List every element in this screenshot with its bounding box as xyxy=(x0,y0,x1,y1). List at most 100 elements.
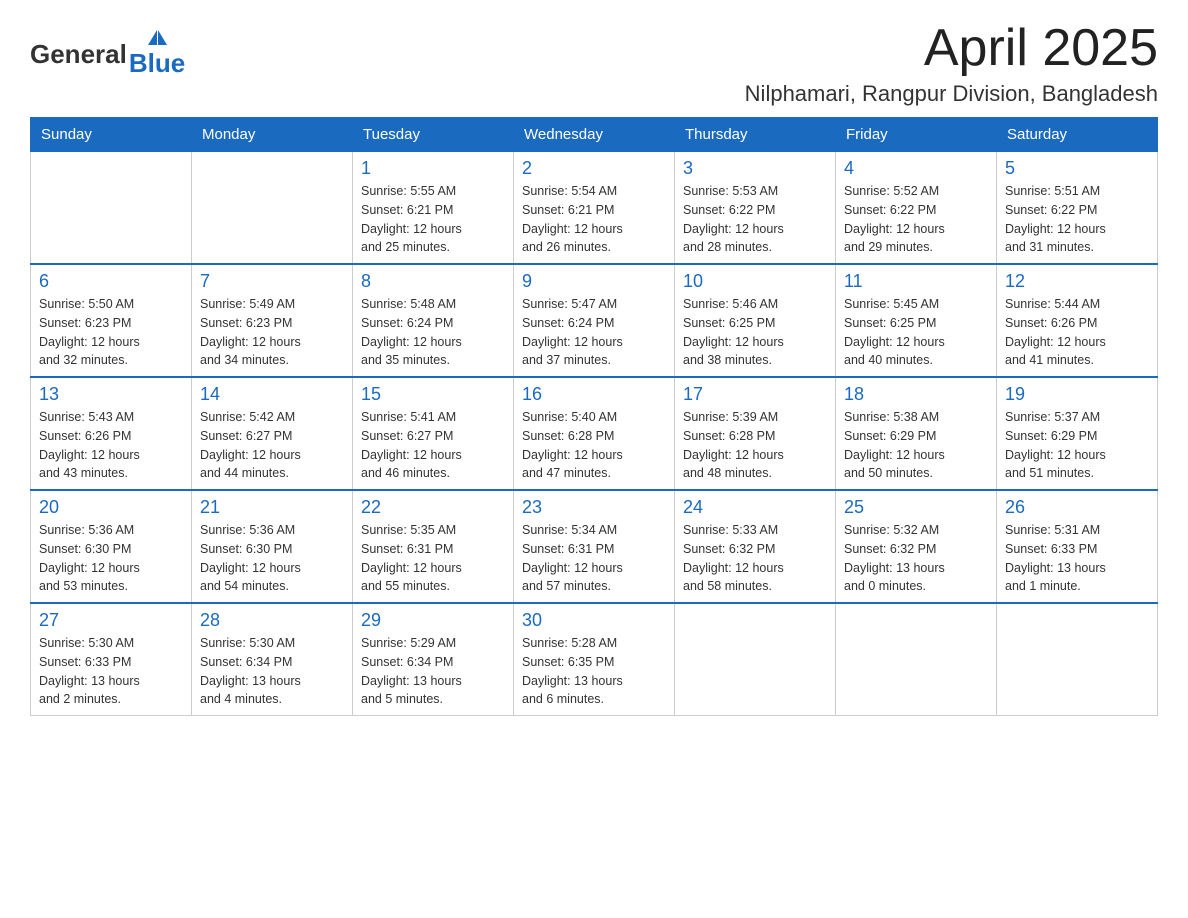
calendar-cell: 2 Sunrise: 5:54 AM Sunset: 6:21 PM Daylig… xyxy=(514,152,675,265)
day-number: 13 xyxy=(39,384,183,405)
logo-general-text: General xyxy=(30,39,127,70)
day-info: Sunrise: 5:30 AM Sunset: 6:33 PM Dayligh… xyxy=(39,634,183,709)
calendar-cell: 20 Sunrise: 5:36 AM Sunset: 6:30 PM Dayli… xyxy=(31,490,192,603)
page-header: General Blue April 2025 Nilphamari, Rang… xyxy=(30,20,1158,107)
day-info: Sunrise: 5:47 AM Sunset: 6:24 PM Dayligh… xyxy=(522,295,666,370)
calendar-cell: 3Sunrise: 5:53 AM Sunset: 6:22 PM Daylig… xyxy=(675,152,836,265)
day-number: 28 xyxy=(200,610,344,631)
day-info: Sunrise: 5:40 AM Sunset: 6:28 PM Dayligh… xyxy=(522,408,666,483)
calendar-cell: 6 Sunrise: 5:50 AM Sunset: 6:23 PM Daylig… xyxy=(31,264,192,377)
weekday-header-friday: Friday xyxy=(836,118,997,152)
calendar-cell xyxy=(675,603,836,716)
logo-blue-part: Blue xyxy=(129,30,185,79)
day-number: 22 xyxy=(361,497,505,518)
calendar-cell: 10 Sunrise: 5:46 AM Sunset: 6:25 PM Dayli… xyxy=(675,264,836,377)
day-number: 17 xyxy=(683,384,827,405)
day-info: Sunrise: 5:46 AM Sunset: 6:25 PM Dayligh… xyxy=(683,295,827,370)
calendar-cell: 15 Sunrise: 5:41 AM Sunset: 6:27 PM Dayli… xyxy=(353,377,514,490)
calendar-cell: 9 Sunrise: 5:47 AM Sunset: 6:24 PM Daylig… xyxy=(514,264,675,377)
day-info: Sunrise: 5:37 AM Sunset: 6:29 PM Dayligh… xyxy=(1005,408,1149,483)
day-info: Sunrise: 5:43 AM Sunset: 6:26 PM Dayligh… xyxy=(39,408,183,483)
day-number: 27 xyxy=(39,610,183,631)
day-number: 7 xyxy=(200,271,344,292)
day-number: 6 xyxy=(39,271,183,292)
calendar-cell: 14 Sunrise: 5:42 AM Sunset: 6:27 PM Dayli… xyxy=(192,377,353,490)
day-number: 8 xyxy=(361,271,505,292)
day-info: Sunrise: 5:50 AM Sunset: 6:23 PM Dayligh… xyxy=(39,295,183,370)
day-number: 9 xyxy=(522,271,666,292)
calendar-cell: 17 Sunrise: 5:39 AM Sunset: 6:28 PM Dayli… xyxy=(675,377,836,490)
weekday-header-row: SundayMondayTuesdayWednesdayThursdayFrid… xyxy=(31,118,1158,152)
day-info: Sunrise: 5:34 AM Sunset: 6:31 PM Dayligh… xyxy=(522,521,666,596)
day-number: 20 xyxy=(39,497,183,518)
day-info: Sunrise: 5:54 AM Sunset: 6:21 PM Dayligh… xyxy=(522,182,666,257)
calendar-cell: 23 Sunrise: 5:34 AM Sunset: 6:31 PM Dayli… xyxy=(514,490,675,603)
day-number: 12 xyxy=(1005,271,1149,292)
day-info: Sunrise: 5:55 AM Sunset: 6:21 PM Dayligh… xyxy=(361,182,505,257)
weekday-header-tuesday: Tuesday xyxy=(353,118,514,152)
day-number: 30 xyxy=(522,610,666,631)
calendar-cell xyxy=(31,152,192,265)
day-info: Sunrise: 5:42 AM Sunset: 6:27 PM Dayligh… xyxy=(200,408,344,483)
calendar-cell: 26Sunrise: 5:31 AM Sunset: 6:33 PM Dayli… xyxy=(997,490,1158,603)
calendar-cell: 11Sunrise: 5:45 AM Sunset: 6:25 PM Dayli… xyxy=(836,264,997,377)
calendar-week-3: 13 Sunrise: 5:43 AM Sunset: 6:26 PM Dayli… xyxy=(31,377,1158,490)
day-number: 16 xyxy=(522,384,666,405)
day-info: Sunrise: 5:53 AM Sunset: 6:22 PM Dayligh… xyxy=(683,182,827,257)
calendar-cell: 12 Sunrise: 5:44 AM Sunset: 6:26 PM Dayli… xyxy=(997,264,1158,377)
day-number: 29 xyxy=(361,610,505,631)
calendar-cell xyxy=(997,603,1158,716)
day-number: 11 xyxy=(844,271,988,292)
weekday-header-thursday: Thursday xyxy=(675,118,836,152)
calendar-cell: 5 Sunrise: 5:51 AM Sunset: 6:22 PM Daylig… xyxy=(997,152,1158,265)
calendar-cell: 16 Sunrise: 5:40 AM Sunset: 6:28 PM Dayli… xyxy=(514,377,675,490)
day-number: 15 xyxy=(361,384,505,405)
calendar-cell: 28 Sunrise: 5:30 AM Sunset: 6:34 PM Dayli… xyxy=(192,603,353,716)
calendar-cell: 22 Sunrise: 5:35 AM Sunset: 6:31 PM Dayli… xyxy=(353,490,514,603)
logo: General Blue xyxy=(30,30,185,79)
calendar-week-2: 6 Sunrise: 5:50 AM Sunset: 6:23 PM Daylig… xyxy=(31,264,1158,377)
day-info: Sunrise: 5:36 AM Sunset: 6:30 PM Dayligh… xyxy=(200,521,344,596)
calendar-cell: 4Sunrise: 5:52 AM Sunset: 6:22 PM Daylig… xyxy=(836,152,997,265)
calendar-week-1: 1 Sunrise: 5:55 AM Sunset: 6:21 PM Daylig… xyxy=(31,152,1158,265)
logo-blue-text: Blue xyxy=(129,48,185,79)
day-number: 26 xyxy=(1005,497,1149,518)
day-info: Sunrise: 5:30 AM Sunset: 6:34 PM Dayligh… xyxy=(200,634,344,709)
calendar-cell: 25Sunrise: 5:32 AM Sunset: 6:32 PM Dayli… xyxy=(836,490,997,603)
day-number: 19 xyxy=(1005,384,1149,405)
calendar-cell: 8 Sunrise: 5:48 AM Sunset: 6:24 PM Daylig… xyxy=(353,264,514,377)
day-info: Sunrise: 5:36 AM Sunset: 6:30 PM Dayligh… xyxy=(39,521,183,596)
day-info: Sunrise: 5:33 AM Sunset: 6:32 PM Dayligh… xyxy=(683,521,827,596)
weekday-header-sunday: Sunday xyxy=(31,118,192,152)
day-number: 10 xyxy=(683,271,827,292)
calendar-cell: 24Sunrise: 5:33 AM Sunset: 6:32 PM Dayli… xyxy=(675,490,836,603)
day-info: Sunrise: 5:41 AM Sunset: 6:27 PM Dayligh… xyxy=(361,408,505,483)
calendar-cell: 7 Sunrise: 5:49 AM Sunset: 6:23 PM Daylig… xyxy=(192,264,353,377)
calendar-cell: 29Sunrise: 5:29 AM Sunset: 6:34 PM Dayli… xyxy=(353,603,514,716)
day-number: 4 xyxy=(844,158,988,179)
day-number: 5 xyxy=(1005,158,1149,179)
calendar-cell: 27 Sunrise: 5:30 AM Sunset: 6:33 PM Dayli… xyxy=(31,603,192,716)
month-title: April 2025 xyxy=(745,20,1158,77)
day-number: 14 xyxy=(200,384,344,405)
calendar-week-5: 27 Sunrise: 5:30 AM Sunset: 6:33 PM Dayli… xyxy=(31,603,1158,716)
day-info: Sunrise: 5:49 AM Sunset: 6:23 PM Dayligh… xyxy=(200,295,344,370)
day-number: 23 xyxy=(522,497,666,518)
day-info: Sunrise: 5:44 AM Sunset: 6:26 PM Dayligh… xyxy=(1005,295,1149,370)
day-number: 1 xyxy=(361,158,505,179)
day-number: 2 xyxy=(522,158,666,179)
title-area: April 2025 Nilphamari, Rangpur Division,… xyxy=(745,20,1158,107)
location-title: Nilphamari, Rangpur Division, Bangladesh xyxy=(745,81,1158,107)
calendar-cell: 18Sunrise: 5:38 AM Sunset: 6:29 PM Dayli… xyxy=(836,377,997,490)
calendar-cell: 1 Sunrise: 5:55 AM Sunset: 6:21 PM Daylig… xyxy=(353,152,514,265)
weekday-header-monday: Monday xyxy=(192,118,353,152)
day-info: Sunrise: 5:39 AM Sunset: 6:28 PM Dayligh… xyxy=(683,408,827,483)
day-info: Sunrise: 5:38 AM Sunset: 6:29 PM Dayligh… xyxy=(844,408,988,483)
weekday-header-saturday: Saturday xyxy=(997,118,1158,152)
day-info: Sunrise: 5:35 AM Sunset: 6:31 PM Dayligh… xyxy=(361,521,505,596)
day-info: Sunrise: 5:32 AM Sunset: 6:32 PM Dayligh… xyxy=(844,521,988,596)
day-info: Sunrise: 5:51 AM Sunset: 6:22 PM Dayligh… xyxy=(1005,182,1149,257)
day-info: Sunrise: 5:48 AM Sunset: 6:24 PM Dayligh… xyxy=(361,295,505,370)
calendar-cell xyxy=(192,152,353,265)
weekday-header-wednesday: Wednesday xyxy=(514,118,675,152)
